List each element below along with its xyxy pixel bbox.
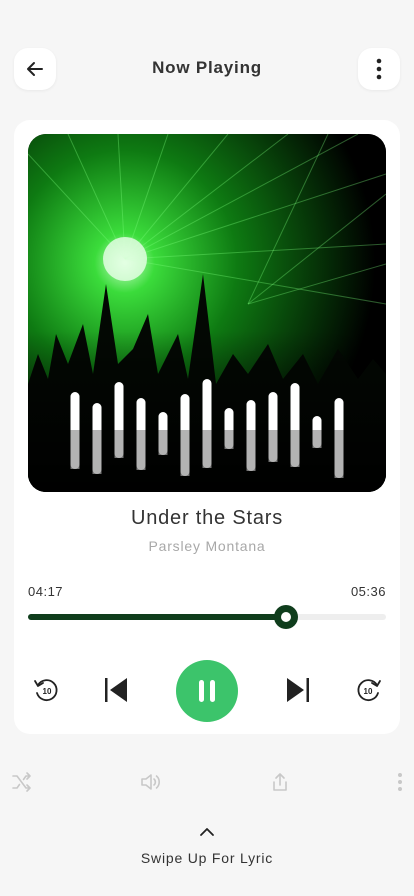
chevron-up-icon[interactable] (197, 825, 217, 839)
elapsed-time: 04:17 (28, 584, 64, 599)
player-card: Under the Stars Parsley Montana 04:17 05… (14, 120, 400, 734)
waveform-bar-shadow (158, 430, 168, 455)
share-icon (273, 773, 287, 791)
waveform-bar-shadow (268, 430, 278, 462)
forward-10-icon: 10 (357, 679, 381, 702)
artist-name: Parsley Montana (148, 538, 266, 554)
waveform-bar-shadow (312, 430, 322, 448)
svg-text:10: 10 (43, 687, 52, 696)
song-title: Under the Stars (130, 507, 284, 529)
waveform-bar-shadow (246, 430, 256, 471)
pause-icon (199, 680, 215, 702)
forward-10-button[interactable]: 10 (355, 676, 383, 704)
waveform-bar-shadow (136, 430, 146, 470)
skip-next-icon (287, 678, 309, 702)
rewind-10-button[interactable]: 10 (32, 676, 60, 704)
volume-button[interactable] (139, 770, 163, 794)
rewind-10-icon: 10 (34, 679, 58, 702)
waveform-bar-shadow (114, 430, 124, 458)
waveform-bar-shadow (92, 430, 102, 474)
more-options-button[interactable] (358, 48, 400, 90)
total-time: 05:36 (350, 584, 386, 599)
waveform-bar-shadow (334, 430, 344, 478)
svg-text:10: 10 (364, 687, 373, 696)
previous-track-button[interactable] (102, 676, 130, 704)
progress-thumb[interactable] (273, 605, 298, 629)
progress-fill (28, 614, 286, 620)
shuffle-icon (12, 772, 31, 792)
vertical-dots-icon (376, 58, 382, 80)
more-icon (398, 773, 402, 791)
swipe-up-lyric-label[interactable]: Swipe Up For Lyric (0, 850, 414, 866)
album-art (28, 134, 386, 492)
next-track-button[interactable] (284, 676, 312, 704)
waveform-bar-shadow (180, 430, 190, 476)
page-title: Now Playing (152, 58, 262, 77)
skip-previous-icon (105, 678, 127, 702)
waveform-bar-shadow (290, 430, 300, 467)
waveform-bar-shadow (70, 430, 80, 469)
shuffle-button[interactable] (10, 770, 34, 794)
waveform-bar-shadow (224, 430, 234, 449)
waveform-bar-shadow (202, 430, 212, 468)
volume-icon (141, 774, 161, 790)
play-pause-button[interactable] (176, 660, 238, 722)
progress-slider[interactable] (28, 605, 386, 629)
more-secondary-button[interactable] (388, 770, 412, 794)
share-button[interactable] (268, 770, 292, 794)
